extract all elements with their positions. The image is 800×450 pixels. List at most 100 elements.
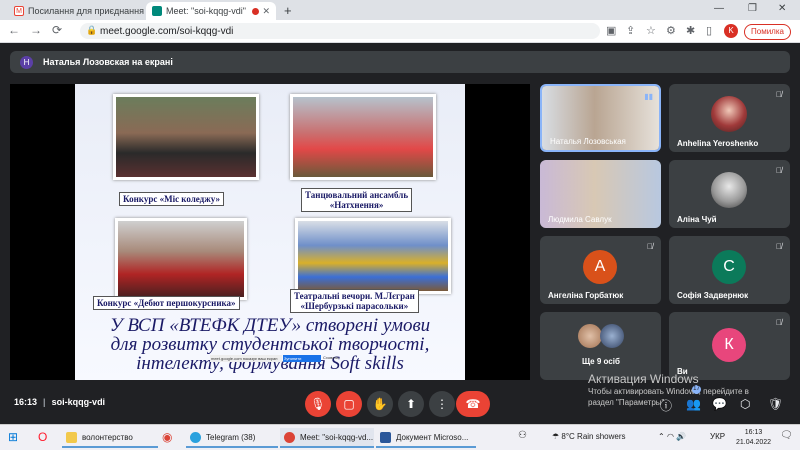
weather-text: 8°C Rain showers <box>561 432 626 441</box>
chevron-up-icon: ⌃ <box>658 432 665 441</box>
presenting-banner: Н Наталья Лозовская на екрані <box>10 51 790 73</box>
taskbar-app-label: Telegram (38) <box>206 432 256 442</box>
error-button[interactable]: Помилка <box>744 24 791 40</box>
reload-icon[interactable]: ⟳ <box>52 23 62 37</box>
network-people-icon[interactable]: ⚇ <box>518 430 527 441</box>
mic-off-icon: 🎙̸ <box>647 242 653 251</box>
activities-icon[interactable]: ⬡ <box>740 397 750 411</box>
share-icon[interactable]: ⇪ <box>626 24 635 37</box>
caption-line: Театральні вечори. М.Лєгран <box>294 291 415 301</box>
minimize-button[interactable]: — <box>714 3 724 14</box>
participant-photo-avatar <box>578 324 602 348</box>
bookmark-star-icon[interactable]: ☆ <box>646 24 656 37</box>
caption-miss-college: Конкурс «Міс коледжу» <box>119 192 224 206</box>
hide-share-notice[interactable]: Сховати <box>323 355 338 360</box>
clock-time: 16:13 <box>744 429 763 436</box>
participant-tile[interactable]: Людмила Савлук <box>540 160 661 228</box>
caption-freshman-debut: Конкурс «Дебют першокурсника» <box>93 296 240 310</box>
participant-initial-avatar: А <box>583 250 617 284</box>
meeting-info: 16:13 | soi-kqqg-vdi <box>14 397 105 407</box>
participant-name: Софія Задвернюк <box>677 291 749 300</box>
caption-dance-ensemble: Танцювальний ансамбль «Натхнення» <box>301 188 413 212</box>
taskbar-app-label: Meet: "soi-kqqg-vd... <box>300 432 374 442</box>
presentation-slide: Конкурс «Міс коледжу» Танцювальний ансам… <box>75 84 465 380</box>
rain-icon: ☂ <box>552 432 560 441</box>
windows-taskbar: ⊞ O волонтерство ◉ Telegram (38) Meet: "… <box>0 424 800 450</box>
caption-theatre-evenings: Театральні вечори. М.Лєгран «Шербурзькі … <box>290 289 419 313</box>
camera-permission-icon[interactable]: ▣ <box>606 24 616 37</box>
participant-tile[interactable]: 🎙̸ С Софія Задвернюк <box>669 236 790 304</box>
close-icon[interactable]: ✕ <box>262 6 270 17</box>
tray-icons[interactable]: ⌃ ◠ 🔊 <box>658 432 686 441</box>
puzzle-icon[interactable]: ✱ <box>686 24 695 37</box>
participant-tile[interactable]: 🎙̸ Anhelina Yeroshenko <box>669 84 790 152</box>
meet-icon <box>152 6 162 16</box>
tab-gmail[interactable]: M Посилання для приєднання до... ✕ <box>8 2 144 20</box>
chrome-icon[interactable]: ◉ <box>162 430 172 444</box>
camera-toggle-button[interactable]: ▢ <box>336 391 362 417</box>
chat-icon[interactable]: 💬 <box>712 397 727 411</box>
url-text: meet.google.com/soi-kqqg-vdi <box>100 25 234 37</box>
participant-tile[interactable]: 🎙̸ А Ангеліна Горбатюк <box>540 236 661 304</box>
meeting-time: 16:13 <box>14 397 38 407</box>
participant-photo-avatar <box>711 172 747 208</box>
forward-icon[interactable]: → <box>30 23 42 37</box>
mic-off-icon: 🎙̸ <box>776 318 782 327</box>
taskbar-clock[interactable]: 16:13 21.04.2022 <box>736 428 771 448</box>
participant-photo-avatar <box>600 324 624 348</box>
volume-icon: 🔊 <box>676 432 687 441</box>
lock-icon: 🔒 <box>86 25 98 35</box>
wifi-icon: ◠ <box>666 432 674 441</box>
taskbar-app-label: Документ Microso... <box>396 432 469 442</box>
self-tile[interactable]: 🎙̸ К Ви <box>669 312 790 380</box>
participant-name: Людмила Савлук <box>548 215 612 224</box>
back-icon[interactable]: ← <box>8 23 20 37</box>
clock-date: 21.04.2022 <box>736 439 772 446</box>
photo-dance-ensemble <box>290 94 436 180</box>
photo-miss-college <box>113 94 259 180</box>
weather-widget[interactable]: ☂ 8°C Rain showers <box>552 432 626 441</box>
new-tab-button[interactable]: + <box>284 3 292 18</box>
sidepanel-icon[interactable]: ▯ <box>706 24 712 37</box>
shared-screen: Конкурс «Міс коледжу» Танцювальний ансам… <box>10 84 530 380</box>
host-controls-icon[interactable]: 🛡 <box>768 397 783 411</box>
participant-initial-avatar: С <box>712 250 746 284</box>
address-bar[interactable]: 🔒 meet.google.com/soi-kqqg-vdi <box>80 23 600 39</box>
leave-call-button[interactable]: ☎ <box>456 391 490 417</box>
language-indicator[interactable]: УКР <box>710 432 725 441</box>
caption-line: Танцювальний ансамбль <box>305 190 409 200</box>
participant-name: Аліна Чуй <box>677 215 717 224</box>
taskbar-app-word[interactable]: Документ Microso... <box>376 428 476 448</box>
raise-hand-button[interactable]: ✋ <box>367 391 393 417</box>
slide-main-text: У ВСП «ВТЕФК ДТЕУ» створені умови для ро… <box>75 316 465 373</box>
more-options-button[interactable]: ⋮ <box>429 391 455 417</box>
photo-freshman-debut <box>115 218 247 300</box>
separator: | <box>43 397 46 407</box>
speaking-icon: ▮▮ <box>644 92 653 101</box>
tab-meet[interactable]: Meet: "soi-kqqg-vdi" ✕ <box>146 2 276 20</box>
meeting-controls-bar: 16:13 | soi-kqqg-vdi 🎙 ▢ ✋ ⬆ ⋮ ☎ ⓘ 👥 💬 ⬡ 🛡 <box>0 384 800 424</box>
window-close-button[interactable]: ✕ <box>778 3 786 14</box>
taskbar-app-telegram[interactable]: Telegram (38) <box>186 428 278 448</box>
participant-tile[interactable]: 🎙̸ Аліна Чуй <box>669 160 790 228</box>
mic-off-icon: 🎙̸ <box>776 90 782 99</box>
tab-title: Meet: "soi-kqqg-vdi" <box>166 6 246 16</box>
present-screen-button[interactable]: ⬆ <box>398 391 424 417</box>
taskbar-app-chrome-meet[interactable]: Meet: "soi-kqqg-vd... <box>280 428 374 448</box>
extensions-icon[interactable]: ⚙ <box>666 24 676 37</box>
stop-sharing-button[interactable]: Зупинити <box>283 355 321 362</box>
participant-tile-overflow[interactable]: Ще 9 осіб <box>540 312 661 380</box>
more-participants-label: Ще 9 осіб <box>582 357 620 366</box>
maximize-button[interactable]: ❐ <box>748 3 757 14</box>
mic-toggle-button[interactable]: 🎙 <box>305 391 331 417</box>
info-icon[interactable]: ⓘ <box>660 397 672 414</box>
taskbar-app-label: волонтерство <box>82 432 133 442</box>
windows-start-icon[interactable]: ⊞ <box>8 430 18 444</box>
opera-icon[interactable]: O <box>38 430 47 444</box>
participant-tile[interactable]: ▮▮ Наталья Лозовськая <box>540 84 661 152</box>
notification-icon[interactable]: 🗨 <box>780 430 793 441</box>
self-initial-avatar: К <box>712 328 746 362</box>
taskbar-app-folder[interactable]: волонтерство <box>62 428 158 448</box>
people-icon[interactable]: 👥 <box>686 397 701 411</box>
profile-avatar[interactable]: K <box>724 24 738 38</box>
